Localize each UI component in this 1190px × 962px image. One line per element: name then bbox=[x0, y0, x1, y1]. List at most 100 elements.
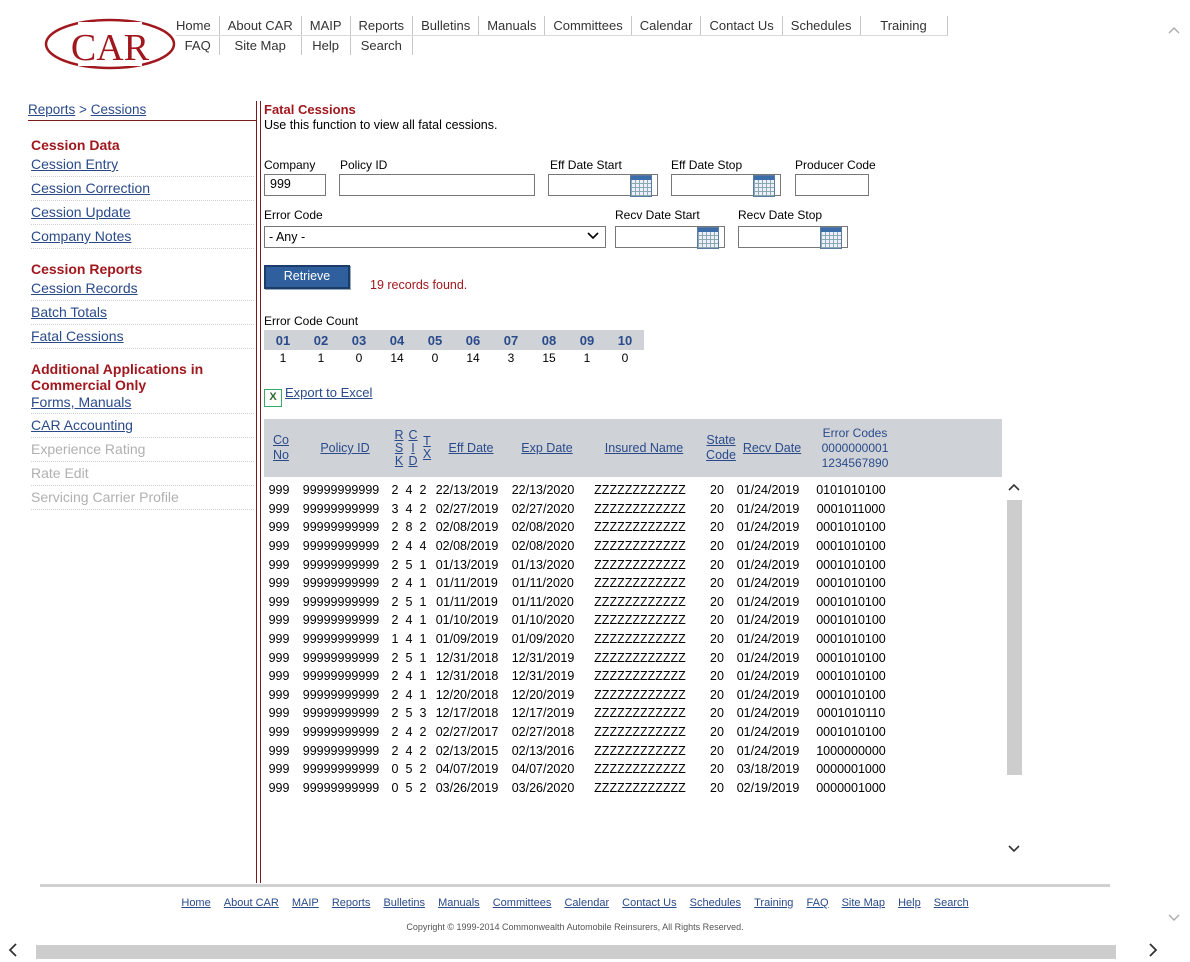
footer-link-training[interactable]: Training bbox=[754, 897, 793, 909]
topnav-faq[interactable]: FAQ bbox=[176, 35, 220, 55]
breadcrumb-cessions-link[interactable]: Cessions bbox=[91, 102, 147, 117]
table-row[interactable]: 999 99999999999 2 4 2 02/27/2017 02/27/2018 ZZZ… bbox=[264, 723, 1002, 742]
footer-link-home[interactable]: Home bbox=[181, 897, 210, 909]
sidebar-item-cession-entry[interactable]: Cession Entry bbox=[31, 153, 257, 177]
topnav-contact-us[interactable]: Contact Us bbox=[700, 16, 783, 36]
topnav-committees[interactable]: Committees bbox=[544, 16, 632, 36]
table-vertical-scrollbar[interactable] bbox=[1006, 479, 1023, 859]
scroll-up-icon[interactable] bbox=[1168, 22, 1180, 40]
producer-code-input[interactable] bbox=[795, 174, 869, 196]
table-row[interactable]: 999 99999999999 0 5 2 03/26/2019 03/26/2020 ZZZ… bbox=[264, 779, 1002, 798]
topnav-training[interactable]: Training bbox=[860, 16, 948, 36]
header-rsk[interactable]: RSK bbox=[394, 419, 404, 477]
header-co-no[interactable]: Co No bbox=[264, 419, 298, 477]
header-insured-name[interactable]: Insured Name bbox=[586, 419, 702, 477]
topnav-manuals[interactable]: Manuals bbox=[478, 16, 546, 36]
footer-link-bulletins[interactable]: Bulletins bbox=[383, 897, 425, 909]
page-horizontal-scrollbar[interactable] bbox=[0, 941, 1190, 962]
scroll-up-icon[interactable] bbox=[1008, 479, 1020, 497]
header-tx[interactable]: TX bbox=[422, 419, 432, 477]
cell-error-codes: 0001010100 bbox=[816, 520, 886, 535]
topnav-schedules[interactable]: Schedules bbox=[782, 16, 861, 36]
header-exp-date[interactable]: Exp Date bbox=[508, 419, 586, 477]
table-row[interactable]: 999 99999999999 2 5 1 01/13/2019 01/13/2020 ZZZ… bbox=[264, 555, 1002, 574]
topnav-site-map[interactable]: Site Map bbox=[219, 35, 302, 55]
footer-link-help[interactable]: Help bbox=[898, 897, 921, 909]
table-row[interactable]: 999 99999999999 2 5 1 12/31/2018 12/31/2019 ZZZ… bbox=[264, 648, 1002, 667]
cell-co-no: 999 bbox=[268, 501, 290, 516]
cell-error-codes: 0001010100 bbox=[816, 539, 886, 554]
footer-link-maip[interactable]: MAIP bbox=[292, 897, 319, 909]
table-row[interactable]: 999 99999999999 2 5 1 01/11/2019 01/11/2020 ZZZ… bbox=[264, 593, 1002, 612]
cell-recv-date: 01/24/2019 bbox=[736, 669, 800, 684]
table-row[interactable]: 999 99999999999 2 5 3 12/17/2018 12/17/2019 ZZZ… bbox=[264, 704, 1002, 723]
footer-link-reports[interactable]: Reports bbox=[332, 897, 371, 909]
error-code-select[interactable]: - Any - bbox=[264, 226, 606, 248]
topnav-search[interactable]: Search bbox=[350, 35, 414, 55]
table-row[interactable]: 999 99999999999 2 4 1 12/20/2018 12/20/2019 ZZZ… bbox=[264, 686, 1002, 705]
company-input[interactable]: 999 bbox=[264, 174, 326, 196]
scroll-left-icon[interactable] bbox=[8, 941, 18, 962]
calendar-icon[interactable] bbox=[630, 175, 652, 197]
header-policy-id[interactable]: Policy ID bbox=[298, 419, 392, 477]
sidebar-item-forms-manuals[interactable]: Forms, Manuals bbox=[31, 393, 257, 414]
policy-id-input[interactable] bbox=[339, 174, 535, 196]
footer-link-site-map[interactable]: Site Map bbox=[842, 897, 885, 909]
header-state-code[interactable]: State Code bbox=[702, 419, 740, 477]
topnav-bulletins[interactable]: Bulletins bbox=[412, 16, 480, 36]
topnav-maip[interactable]: MAIP bbox=[301, 16, 351, 36]
producer-code-label: Producer Code bbox=[795, 158, 876, 172]
calendar-icon[interactable] bbox=[820, 227, 842, 249]
scroll-right-icon[interactable] bbox=[1148, 941, 1158, 962]
sidebar-item-cession-update[interactable]: Cession Update bbox=[31, 201, 257, 225]
cell-error-codes: 0001010100 bbox=[816, 613, 886, 628]
horizontal-scrollbar-thumb[interactable] bbox=[36, 945, 1116, 959]
sidebar-item-company-notes[interactable]: Company Notes bbox=[31, 225, 257, 249]
header-recv-date[interactable]: Recv Date bbox=[740, 419, 804, 477]
table-row[interactable]: 999 99999999999 1 4 1 01/09/2019 01/09/2020 ZZZ… bbox=[264, 630, 1002, 649]
sidebar-item-fatal-cessions[interactable]: Fatal Cessions bbox=[31, 325, 257, 349]
footer-link-schedules[interactable]: Schedules bbox=[690, 897, 741, 909]
table-row[interactable]: 999 99999999999 2 4 1 12/31/2018 12/31/2019 ZZZ… bbox=[264, 667, 1002, 686]
breadcrumb-reports-link[interactable]: Reports bbox=[28, 102, 75, 117]
sidebar-item-cession-correction[interactable]: Cession Correction bbox=[31, 177, 257, 201]
footer-link-committees[interactable]: Committees bbox=[493, 897, 552, 909]
calendar-icon[interactable] bbox=[697, 227, 719, 249]
records-found-message: 19 records found. bbox=[370, 278, 468, 292]
footer-link-calendar[interactable]: Calendar bbox=[564, 897, 609, 909]
scroll-down-icon[interactable] bbox=[1008, 841, 1020, 859]
table-row[interactable]: 999 99999999999 2 4 2 22/13/2019 22/13/2020 ZZZ… bbox=[264, 481, 1002, 500]
header-eff-date[interactable]: Eff Date bbox=[434, 419, 508, 477]
topnav-about-car[interactable]: About CAR bbox=[219, 16, 302, 36]
footer-link-search[interactable]: Search bbox=[934, 897, 969, 909]
topnav-home[interactable]: Home bbox=[176, 16, 220, 36]
scroll-down-icon[interactable] bbox=[1168, 910, 1180, 928]
topnav-help[interactable]: Help bbox=[301, 35, 351, 55]
header-cid[interactable]: CID bbox=[408, 419, 418, 477]
calendar-icon[interactable] bbox=[753, 175, 775, 197]
excel-icon: X bbox=[264, 389, 282, 407]
retrieve-button[interactable]: Retrieve bbox=[264, 265, 350, 289]
footer-link-contact-us[interactable]: Contact Us bbox=[622, 897, 676, 909]
table-row[interactable]: 999 99999999999 3 4 2 02/27/2019 02/27/2020 ZZZ… bbox=[264, 500, 1002, 519]
table-row[interactable]: 999 99999999999 2 4 2 02/13/2015 02/13/2016 ZZZ… bbox=[264, 741, 1002, 760]
topnav-reports[interactable]: Reports bbox=[350, 16, 414, 36]
table-row[interactable]: 999 99999999999 0 5 2 04/07/2019 04/07/2020 ZZZ… bbox=[264, 760, 1002, 779]
footer-link-about-car[interactable]: About CAR bbox=[224, 897, 279, 909]
footer-link-manuals[interactable]: Manuals bbox=[438, 897, 480, 909]
page-vertical-scrollbar[interactable] bbox=[1160, 0, 1190, 944]
sidebar-item-car-accounting[interactable]: CAR Accounting bbox=[31, 414, 257, 438]
footer-link-faq[interactable]: FAQ bbox=[807, 897, 829, 909]
table-row[interactable]: 999 99999999999 2 8 2 02/08/2019 02/08/2020 ZZZ… bbox=[264, 518, 1002, 537]
table-row[interactable]: 999 99999999999 2 4 1 01/11/2019 01/11/2020 ZZZ… bbox=[264, 574, 1002, 593]
cell-co-no: 999 bbox=[268, 762, 290, 777]
table-row[interactable]: 999 99999999999 2 4 4 02/08/2019 02/08/2020 ZZZ… bbox=[264, 537, 1002, 556]
table-row[interactable]: 999 99999999999 2 4 1 01/10/2019 01/10/2020 ZZZ… bbox=[264, 611, 1002, 630]
car-logo[interactable]: CAR bbox=[38, 12, 183, 74]
topnav-calendar[interactable]: Calendar bbox=[631, 16, 702, 36]
table-scrollbar-thumb[interactable] bbox=[1007, 500, 1022, 775]
cell-tx: 1 bbox=[419, 576, 427, 591]
export-to-excel-link[interactable]: X Export to Excel bbox=[264, 385, 372, 407]
sidebar-item-cession-records[interactable]: Cession Records bbox=[31, 277, 257, 301]
sidebar-item-batch-totals[interactable]: Batch Totals bbox=[31, 301, 257, 325]
